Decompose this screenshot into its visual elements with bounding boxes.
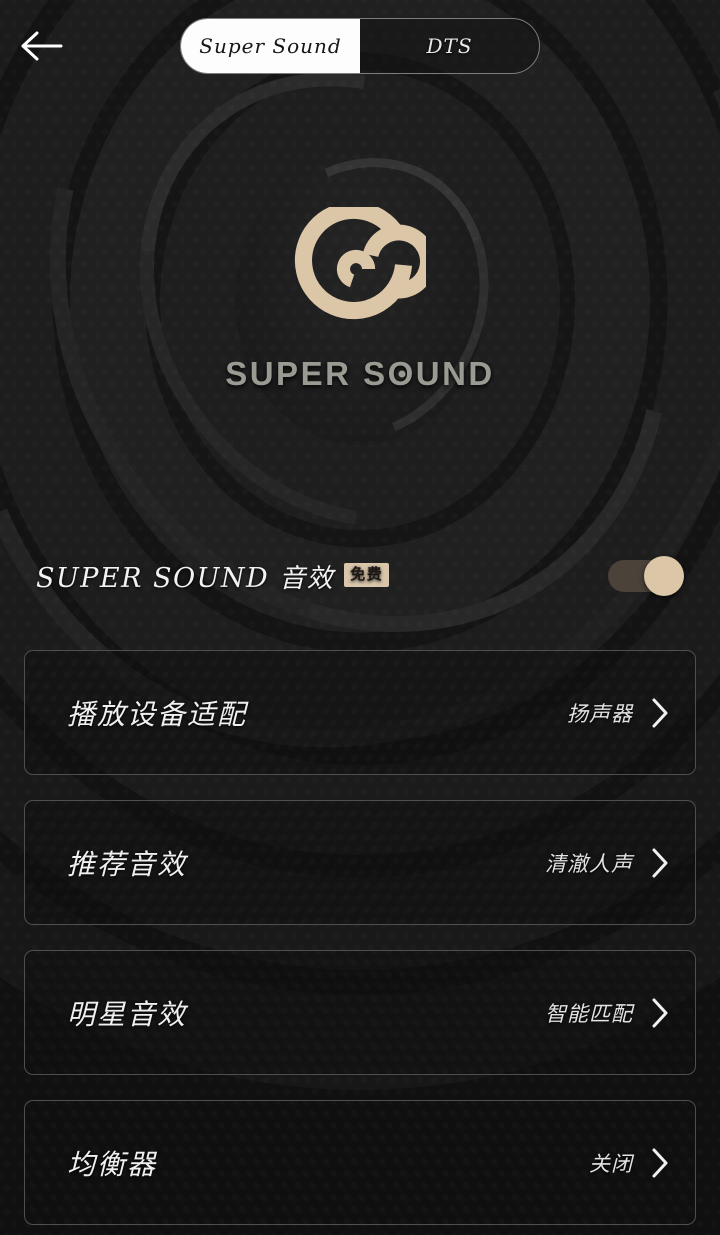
card-value: 扬声器	[567, 701, 633, 726]
chevron-right-icon	[647, 696, 673, 730]
tab-super-sound[interactable]: Super Sound	[181, 19, 360, 73]
card-playback-device-adaptation[interactable]: 播放设备适配 扬声器	[24, 650, 696, 775]
wordmark-part1: SUPER S	[225, 355, 388, 392]
wordmark-dotted-o: O	[387, 355, 416, 392]
master-title: SUPER SOUND 音效 免费	[36, 558, 390, 595]
super-sound-master-toggle[interactable]	[608, 556, 684, 596]
card-value: 智能匹配	[545, 1001, 633, 1026]
back-button[interactable]	[14, 18, 70, 74]
card-value: 关闭	[589, 1151, 633, 1176]
settings-card-list: 播放设备适配 扬声器 推荐音效 清澈人声 明星音效 智能匹配 均衡器 关闭	[0, 650, 720, 1235]
card-value: 清澈人声	[545, 851, 633, 876]
master-title-cjk: 音效	[279, 563, 335, 594]
card-label: 推荐音效	[67, 847, 188, 881]
tab-dts[interactable]: DTS	[360, 19, 539, 73]
back-arrow-icon	[20, 29, 64, 63]
super-sound-screen: Super Sound DTS SUPER S O UND SUPER SOUN…	[0, 0, 720, 1235]
card-label: 均衡器	[67, 1147, 158, 1181]
card-celebrity-sound-effect[interactable]: 明星音效 智能匹配	[24, 950, 696, 1075]
card-label: 明星音效	[67, 997, 188, 1031]
toggle-knob	[644, 556, 684, 596]
chevron-right-icon	[647, 846, 673, 880]
hero-logo-block: SUPER S O UND	[0, 150, 720, 450]
wordmark-part2: UND	[415, 355, 495, 392]
header: Super Sound DTS	[0, 0, 720, 92]
tab-dts-label: DTS	[426, 34, 473, 58]
master-title-latin: SUPER SOUND	[36, 562, 270, 594]
master-toggle-row: SUPER SOUND 音效 免费	[0, 548, 720, 604]
chevron-right-icon	[647, 1146, 673, 1180]
card-equalizer[interactable]: 均衡器 关闭	[24, 1100, 696, 1225]
chevron-right-icon	[647, 996, 673, 1030]
free-badge: 免费	[344, 563, 390, 587]
super-sound-wordmark: SUPER S O UND	[225, 355, 495, 393]
card-recommended-sound-effect[interactable]: 推荐音效 清澈人声	[24, 800, 696, 925]
super-sound-spiral-logo	[294, 207, 426, 339]
tab-super-sound-label: Super Sound	[199, 34, 342, 58]
mode-tabbar: Super Sound DTS	[180, 18, 540, 74]
card-label: 播放设备适配	[67, 697, 248, 731]
